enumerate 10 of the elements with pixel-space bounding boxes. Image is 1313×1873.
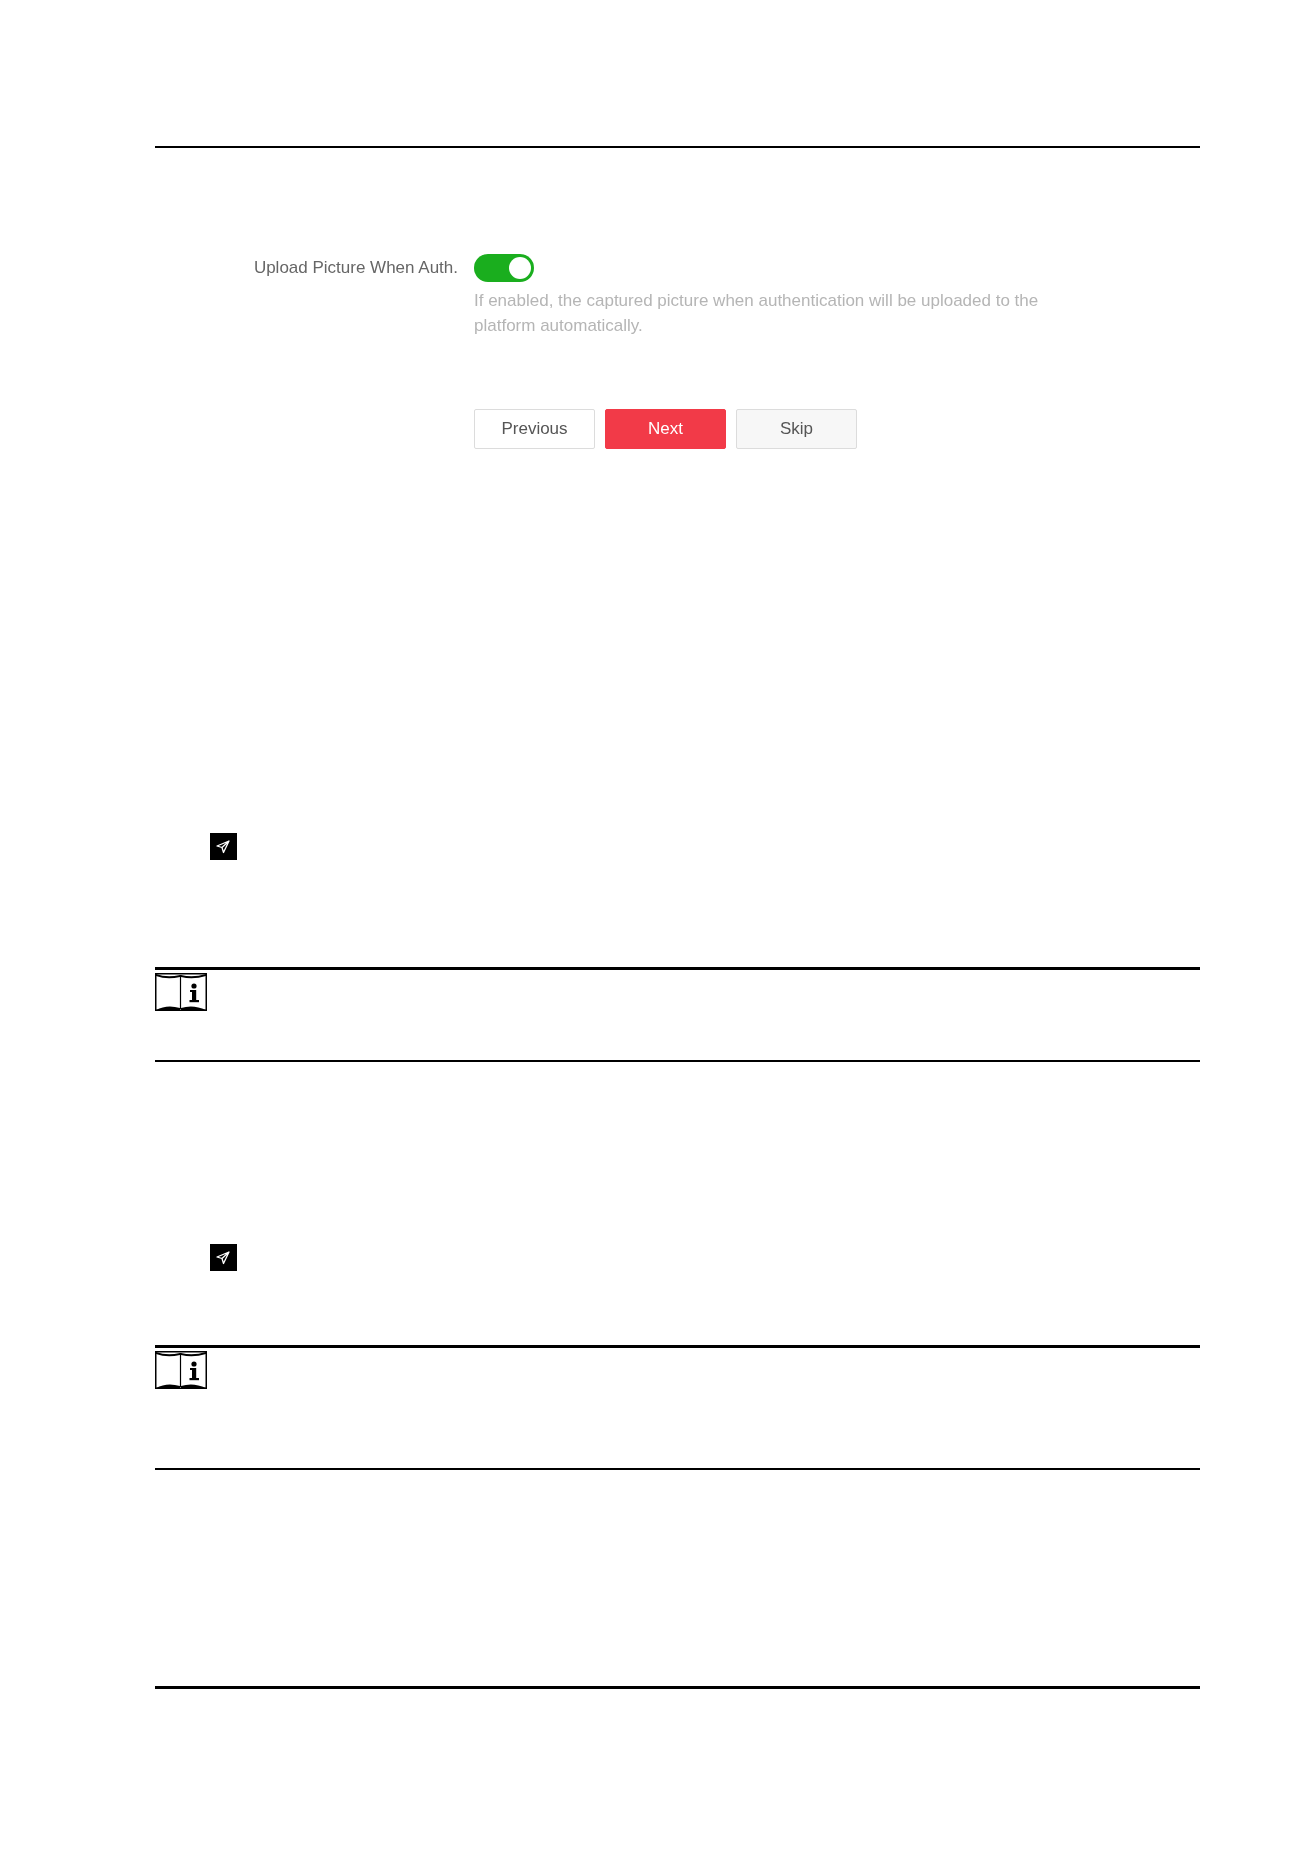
toggle-switch[interactable] — [474, 254, 534, 282]
info-book-icon — [155, 1351, 207, 1389]
secondary-button[interactable]: Skip — [736, 409, 857, 449]
primary-button[interactable]: Next — [605, 409, 726, 449]
paper-plane-icon — [210, 1244, 237, 1271]
info-book-icon — [155, 973, 207, 1011]
field-hint: If enabled, the captured picture when authentication will be uploaded to the platform automatically. — [474, 290, 1040, 337]
field-label: Upload Picture When Auth. — [252, 257, 458, 279]
paper-plane-icon — [210, 833, 237, 860]
secondary-button[interactable]: Previous — [474, 409, 595, 449]
